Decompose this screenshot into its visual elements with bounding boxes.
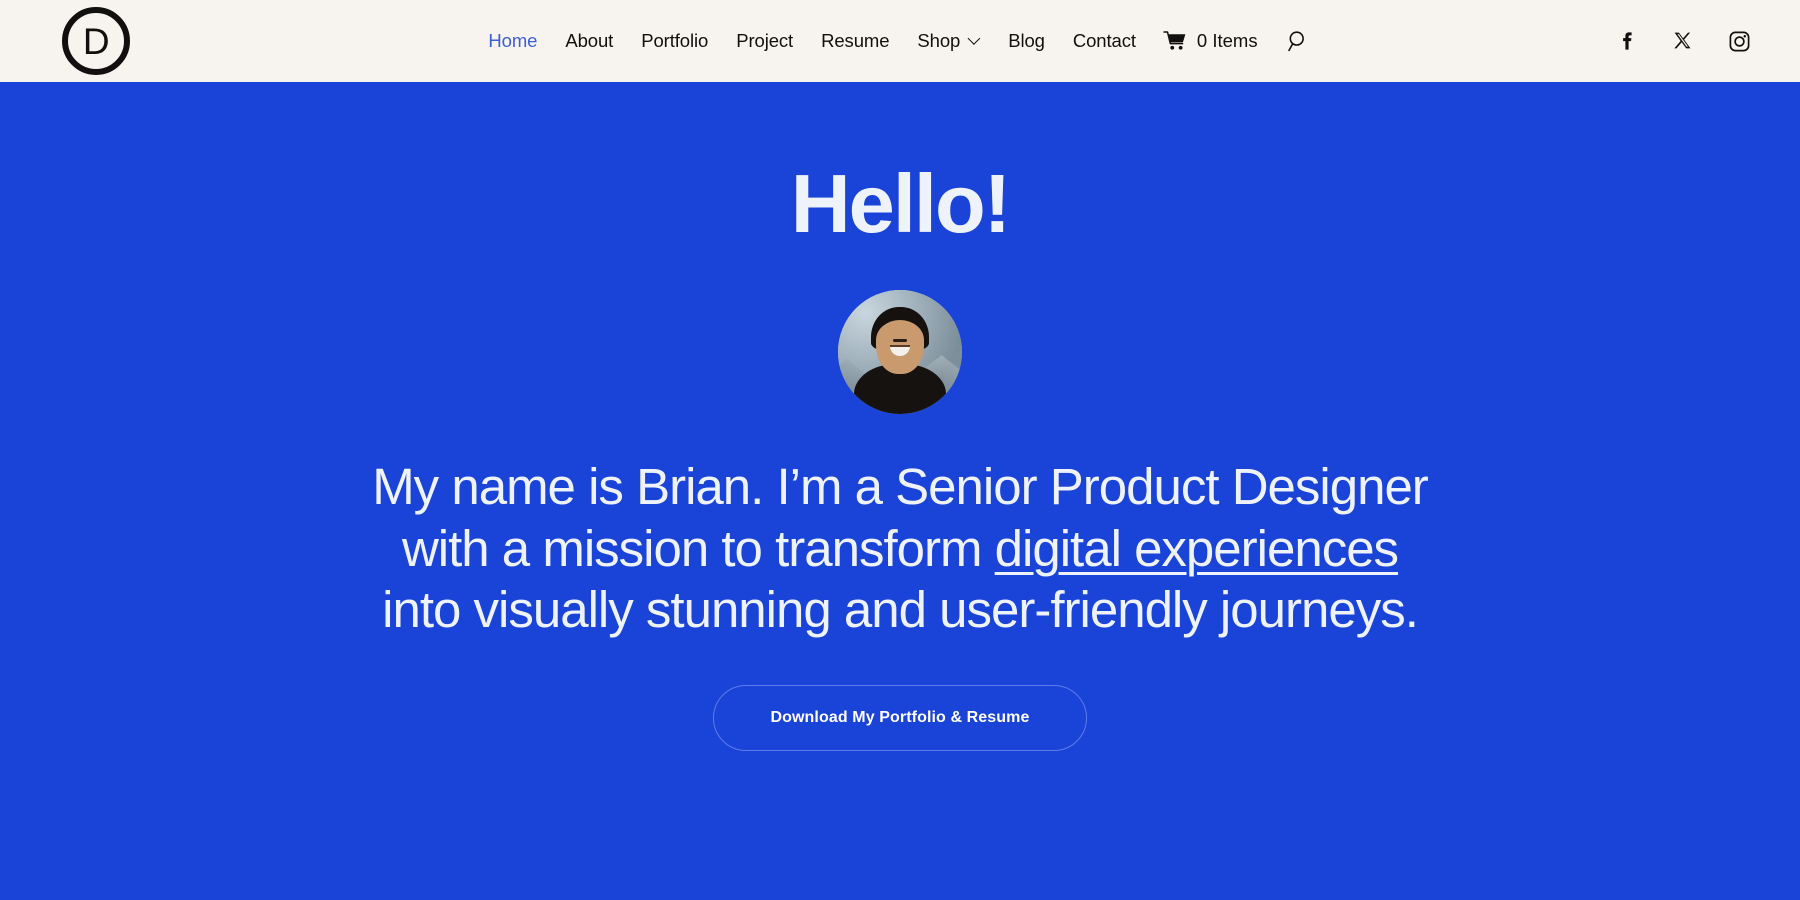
hero-tagline-part2: into visually stunning and user-friendly…	[382, 581, 1419, 639]
nav-item-shop[interactable]: Shop	[903, 30, 994, 52]
nav-item-about[interactable]: About	[551, 30, 627, 52]
chevron-down-icon	[969, 34, 980, 45]
hero-heading: Hello!	[790, 157, 1012, 250]
avatar-mouth	[890, 345, 910, 357]
x-twitter-icon[interactable]	[1666, 24, 1700, 58]
nav-item-shop-label: Shop	[917, 30, 961, 51]
hero-tagline: My name is Brian. I’m a Senior Product D…	[365, 456, 1435, 641]
facebook-icon[interactable]	[1610, 24, 1644, 58]
nav-item-resume[interactable]: Resume	[807, 30, 903, 52]
avatar	[838, 290, 962, 414]
nav-item-project[interactable]: Project	[722, 30, 807, 52]
search-icon	[1288, 31, 1305, 52]
nav-item-contact[interactable]: Contact	[1059, 30, 1150, 52]
avatar-face	[876, 319, 924, 374]
cta-container: Download My Portfolio & Resume	[713, 685, 1087, 752]
hero-section: Hello! My name is Brian. I’m a Senior Pr…	[0, 82, 1800, 900]
hero-tagline-link[interactable]: digital experiences	[995, 520, 1399, 577]
download-portfolio-button[interactable]: Download My Portfolio & Resume	[713, 685, 1087, 752]
shopping-cart-icon	[1163, 31, 1186, 50]
cart-item-count: 0 Items	[1196, 30, 1258, 51]
nav-item-blog[interactable]: Blog	[994, 30, 1059, 52]
logo-letter: D	[82, 20, 110, 62]
avatar-eye-right	[897, 339, 907, 343]
site-header: D Home About Portfolio Project Resume Sh…	[0, 0, 1800, 82]
nav-item-home[interactable]: Home	[474, 30, 551, 52]
nav-item-portfolio[interactable]: Portfolio	[627, 30, 722, 52]
cart-link[interactable]: 0 Items	[1150, 30, 1272, 52]
site-logo[interactable]: D	[62, 7, 130, 75]
search-button[interactable]	[1272, 30, 1326, 52]
social-links	[1610, 24, 1756, 58]
main-navigation: Home About Portfolio Project Resume Shop…	[474, 30, 1325, 52]
instagram-icon[interactable]	[1722, 24, 1756, 58]
